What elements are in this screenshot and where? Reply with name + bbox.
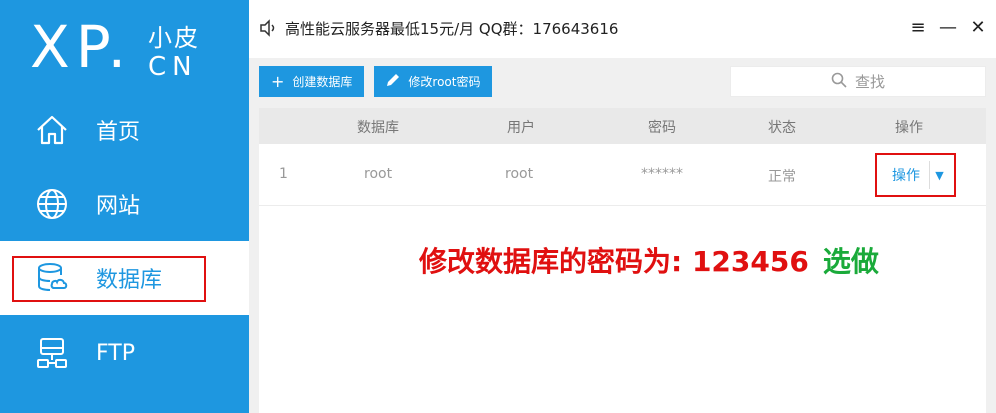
cell-database: root [364,166,393,182]
instruction-annotation: 修改数据库的密码为: 123456 选做 [419,240,879,280]
table-header: 数据库 用户 密码 状态 操作 [259,108,986,144]
globe-icon [34,186,70,222]
home-icon [34,112,70,148]
sidebar-item-website[interactable]: 网站 [0,167,249,241]
sidebar: XP. 小皮 CN 首页 网站 数据库 FTP [0,0,249,413]
create-database-label: 创建数据库 [292,75,353,89]
main-panel: 高性能云服务器最低15元/月 QQ群：176643616 ≡ — ✕ + 创建数… [249,0,996,413]
logo-main: XP. [30,13,133,81]
action-dropdown-button[interactable]: 操作 ▼ [883,161,949,189]
chevron-down-icon[interactable]: ▼ [929,161,949,189]
sidebar-item-ftp[interactable]: FTP [0,316,249,390]
column-header: 密码 [648,120,676,136]
plus-icon: + [271,71,285,91]
column-header: 数据库 [357,120,399,136]
column-header: 操作 [895,120,923,136]
column-header: 用户 [507,120,535,136]
minimize-icon[interactable]: — [938,16,958,38]
annotation-optional: 选做 [822,245,879,278]
sidebar-item-label: 数据库 [96,268,163,293]
titlebar: 高性能云服务器最低15元/月 QQ群：176643616 ≡ — ✕ [249,0,996,58]
cell-status: 正常 [768,169,796,185]
column-header: 状态 [768,120,796,136]
logo-subtitle: 小皮 [148,24,200,52]
database-icon [34,260,70,296]
titlebar-text: 高性能云服务器最低15元/月 QQ群：176643616 [285,20,619,38]
window-controls: ≡ — ✕ [908,16,988,38]
menu-icon[interactable]: ≡ [908,16,928,38]
search-icon [831,72,847,92]
sidebar-item-label: FTP [96,340,135,366]
action-label: 操作 [892,168,920,184]
logo: XP. 小皮 CN [30,10,220,90]
pencil-icon [386,73,400,90]
create-database-button[interactable]: + 创建数据库 [259,66,365,97]
logo-domain: CN [148,52,198,82]
app-window: XP. 小皮 CN 首页 网站 数据库 FTP 高性能云服务器最低15元/月 Q… [0,0,996,413]
annotation-text: 修改数据库的密码为: 123456 [419,245,809,278]
change-root-password-label: 修改root密码 [408,75,481,89]
search-placeholder: 查找 [854,73,885,91]
change-root-password-button[interactable]: 修改root密码 [374,66,493,97]
search-input[interactable]: 查找 [730,66,986,97]
cell-user: root [505,166,534,182]
cell-password: ****** [641,166,683,182]
speaker-icon [259,19,279,39]
sidebar-item-label: 网站 [96,194,141,219]
ftp-icon [34,335,70,371]
sidebar-item-label: 首页 [96,120,141,145]
sidebar-item-database[interactable]: 数据库 [0,241,249,315]
toolbar: + 创建数据库 修改root密码 [259,66,493,97]
sidebar-item-home[interactable]: 首页 [0,93,249,167]
row-index: 1 [279,166,288,182]
close-icon[interactable]: ✕ [968,16,988,38]
